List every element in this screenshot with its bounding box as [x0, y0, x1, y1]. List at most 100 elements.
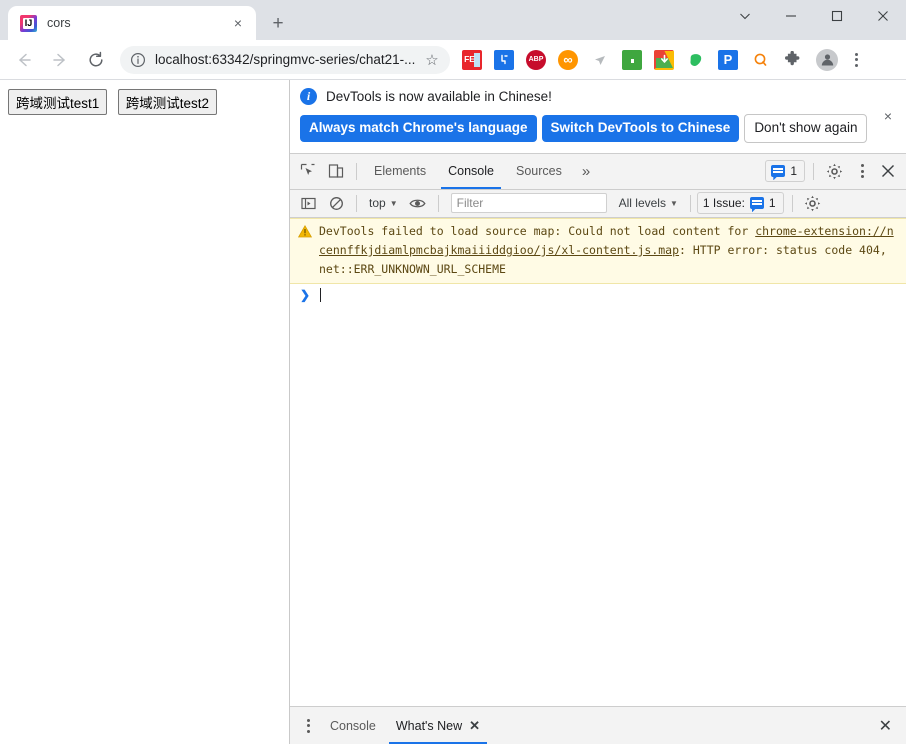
minimize-icon[interactable]	[768, 0, 814, 32]
log-level-selector[interactable]: All levels ▼	[613, 192, 684, 214]
console-settings-gear-icon[interactable]	[799, 189, 827, 217]
console-sidebar-toggle-icon[interactable]	[294, 189, 322, 217]
chevron-down-icon[interactable]	[722, 0, 768, 32]
tab-console[interactable]: Console	[437, 154, 505, 189]
drawer-menu-icon[interactable]	[296, 712, 320, 740]
profile-avatar[interactable]	[816, 49, 838, 71]
forward-button[interactable]	[45, 45, 75, 75]
chevron-down-icon: ▼	[670, 199, 678, 208]
window-controls	[722, 0, 906, 32]
chrome-menu-icon[interactable]	[844, 46, 868, 74]
console-toolbar: top ▼ All levels ▼ 1 Issue: 1	[290, 190, 906, 218]
clear-console-icon[interactable]	[322, 189, 350, 217]
console-issues-count: 1	[769, 196, 776, 210]
cors-test1-button[interactable]: 跨域测试test1	[8, 89, 107, 115]
dont-show-again-button[interactable]: Don't show again	[744, 114, 867, 143]
drawer-tab-console[interactable]: Console	[320, 707, 386, 744]
drawer-tab-console-label: Console	[330, 719, 376, 733]
console-issues-label: 1 Issue:	[703, 196, 745, 210]
devtools-drawer: Console What's New ✕ ✕	[290, 706, 906, 744]
pocket-label: P	[724, 53, 733, 66]
tab-close-icon[interactable]: ×	[228, 13, 248, 33]
bookmark-star-icon[interactable]: ☆	[422, 51, 442, 69]
notification-actions: Always match Chrome's language Switch De…	[300, 114, 896, 143]
notification-message-row: i DevTools is now available in Chinese!	[300, 88, 896, 105]
puzzle-extensions-icon[interactable]	[782, 50, 802, 70]
chevron-down-icon: ▼	[390, 199, 398, 208]
gear-icon[interactable]	[820, 157, 848, 185]
browser-tab-cors[interactable]: cors ×	[8, 6, 256, 40]
console-toolbar-divider-3	[690, 195, 691, 212]
web-page-viewport: 跨域测试test1 跨域测试test2	[0, 80, 290, 744]
drawer-tab-whats-new[interactable]: What's New ✕	[386, 707, 490, 744]
console-prompt-row[interactable]: ❯	[290, 284, 906, 306]
reload-button[interactable]	[81, 45, 111, 75]
evernote-extension-icon[interactable]	[686, 50, 706, 70]
console-toolbar-divider-4	[792, 195, 793, 212]
back-button[interactable]	[9, 45, 39, 75]
browser-toolbar: localhost:63342/springmvc-series/chat21-…	[0, 40, 906, 80]
fe-extension-icon[interactable]: FE	[462, 50, 482, 70]
device-toolbar-icon[interactable]	[322, 157, 350, 185]
content-area: 跨域测试test1 跨域测试test2 i DevTools is now av…	[0, 80, 906, 744]
maximize-icon[interactable]	[814, 0, 860, 32]
browser-window: cors × +	[0, 0, 906, 744]
info-icon: i	[300, 88, 317, 105]
close-window-icon[interactable]	[860, 0, 906, 32]
tab-title: cors	[47, 16, 228, 30]
console-prompt-arrow: ❯	[300, 288, 310, 302]
context-selector-value: top	[369, 196, 386, 210]
infinity-extension-icon[interactable]	[558, 50, 578, 70]
new-tab-button[interactable]: +	[264, 9, 292, 37]
issues-badge[interactable]: 1	[765, 160, 805, 182]
notification-close-icon[interactable]: ×	[879, 107, 897, 125]
tab-strip: cors × +	[0, 0, 906, 40]
console-issues-chip[interactable]: 1 Issue: 1	[697, 192, 784, 214]
tabbar-divider-2	[813, 163, 814, 180]
issues-badge-count: 1	[790, 164, 797, 178]
console-toolbar-divider-2	[438, 195, 439, 212]
orange-q-extension-icon[interactable]	[750, 50, 770, 70]
warning-triangle-icon	[298, 225, 312, 279]
address-bar-url[interactable]: localhost:63342/springmvc-series/chat21-…	[155, 52, 422, 67]
intellij-favicon	[20, 15, 37, 32]
message-bubble-icon	[750, 197, 764, 209]
fe-extension-label: FE	[464, 55, 475, 64]
gray-cursor-extension-icon[interactable]	[590, 50, 610, 70]
cors-test2-button[interactable]: 跨域测试test2	[118, 89, 217, 115]
tab-sources[interactable]: Sources	[505, 154, 573, 189]
inspect-element-icon[interactable]	[294, 157, 322, 185]
adblock-plus-icon[interactable]: ABP	[526, 50, 546, 70]
toolbox-extension-icon[interactable]	[622, 50, 642, 70]
devtools-panel: i DevTools is now available in Chinese! …	[290, 80, 906, 744]
console-message-list: DevTools failed to load source map: Coul…	[290, 218, 906, 706]
abp-label: ABP	[529, 56, 544, 63]
message-bubble-icon	[771, 165, 785, 177]
context-selector[interactable]: top ▼	[363, 192, 404, 214]
devtools-kebab-menu-icon[interactable]	[850, 157, 874, 185]
console-toolbar-divider-1	[356, 195, 357, 212]
notification-message: DevTools is now available in Chinese!	[326, 89, 552, 104]
pocket-extension-icon[interactable]: P	[718, 50, 738, 70]
always-match-language-button[interactable]: Always match Chrome's language	[300, 115, 537, 142]
log-level-value: All levels	[619, 196, 666, 210]
console-warning-text: DevTools failed to load source map: Coul…	[319, 222, 900, 279]
chrome-download-extension-icon[interactable]	[654, 50, 674, 70]
blue-arrow-extension-icon[interactable]	[494, 50, 514, 70]
extensions-bar: FE ABP P	[456, 46, 868, 74]
drawer-tab-whats-new-label: What's New	[396, 719, 462, 733]
drawer-close-icon[interactable]: ✕	[871, 716, 900, 736]
console-warning-message[interactable]: DevTools failed to load source map: Coul…	[290, 218, 906, 284]
tab-elements[interactable]: Elements	[363, 154, 437, 189]
devtools-language-notification: i DevTools is now available in Chinese! …	[290, 80, 906, 154]
site-info-icon[interactable]	[130, 52, 146, 68]
console-text-cursor[interactable]	[320, 288, 321, 302]
omnibox[interactable]: localhost:63342/springmvc-series/chat21-…	[120, 46, 450, 74]
console-filter-input[interactable]	[451, 193, 607, 213]
switch-devtools-to-chinese-button[interactable]: Switch DevTools to Chinese	[542, 115, 740, 142]
live-expression-eye-icon[interactable]	[404, 189, 432, 217]
devtools-close-icon[interactable]	[874, 157, 902, 185]
toolbar-divider	[356, 163, 357, 180]
drawer-tab-close-icon[interactable]: ✕	[469, 718, 480, 734]
more-tabs-icon[interactable]: »	[573, 163, 599, 180]
